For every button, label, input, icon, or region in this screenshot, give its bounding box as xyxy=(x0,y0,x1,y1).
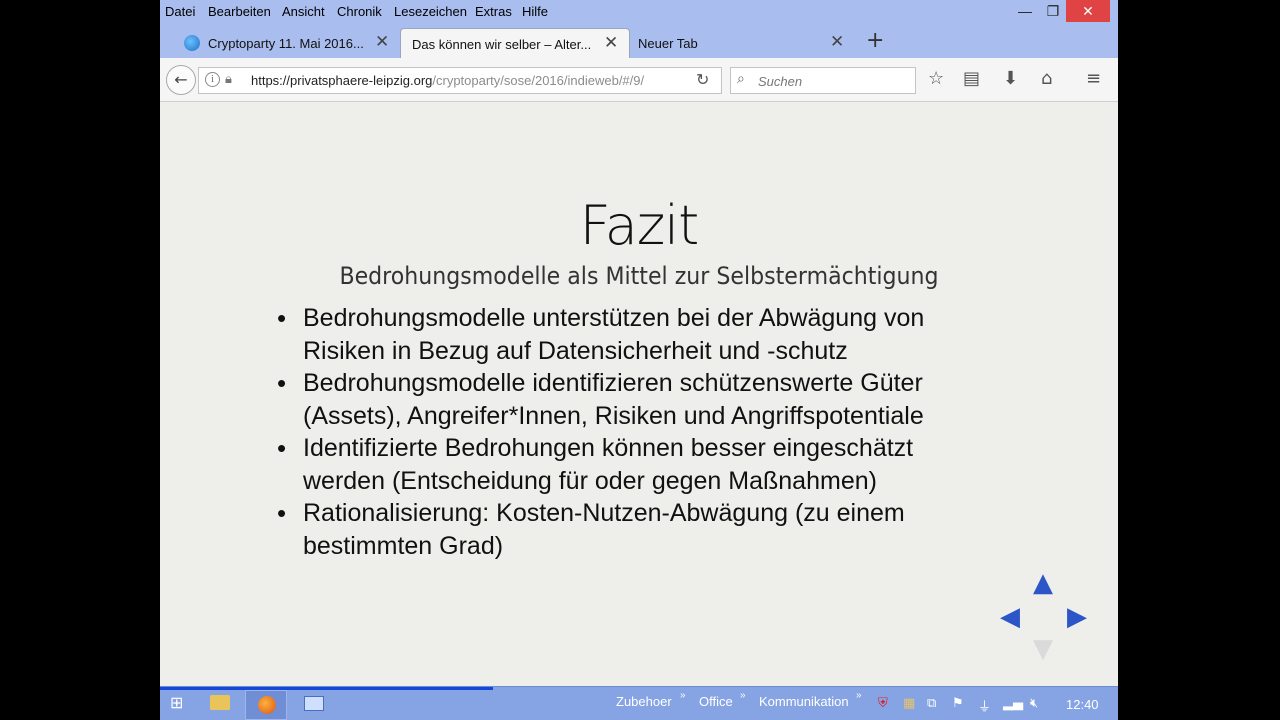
group-chevron-icon: » xyxy=(856,690,862,701)
bullet-item: Bedrohungsmodelle identifizieren schütze… xyxy=(277,367,990,432)
menu-chronik[interactable]: Chronik xyxy=(337,4,382,19)
info-icon[interactable]: i xyxy=(205,72,220,87)
firefox-taskbar-icon[interactable] xyxy=(245,690,287,720)
volume-muted-icon[interactable]: 🔇︎ xyxy=(1030,696,1038,711)
back-arrow-icon: ← xyxy=(174,70,188,89)
network-share-icon[interactable]: ⧉ xyxy=(927,696,936,711)
search-icon: ⌕ xyxy=(737,71,745,87)
slide-right-arrow-icon[interactable]: ▶ xyxy=(1067,602,1087,632)
taskbar-clock[interactable]: 12:40 xyxy=(1066,697,1099,712)
bullet-list: Bedrohungsmodelle unterstützen bei der A… xyxy=(277,302,990,562)
group-chevron-icon: » xyxy=(680,690,686,701)
screen: Datei Bearbeiten Ansicht Chronik Lesezei… xyxy=(160,0,1118,720)
tab-cryptoparty[interactable]: Cryptoparty 11. Mai 2016... ✕ xyxy=(178,28,396,58)
bullet-item: Bedrohungsmodelle unterstützen bei der A… xyxy=(277,302,990,367)
menu-hilfe[interactable]: Hilfe xyxy=(522,4,548,19)
slide-down-arrow-icon[interactable]: ▼ xyxy=(1033,634,1053,664)
tab-neuer-tab[interactable]: Neuer Tab ✕ xyxy=(630,28,850,58)
download-icon[interactable]: ⬇ xyxy=(1003,68,1018,89)
menu-ansicht[interactable]: Ansicht xyxy=(282,4,325,19)
url-path: /cryptoparty/sose/2016/indieweb/#/9/ xyxy=(432,73,645,88)
remote-desktop-icon[interactable] xyxy=(292,690,332,718)
slide-title: Fazit xyxy=(579,194,700,257)
navigation-bar: ← i 🔒︎ https://privatsphaere-leipzig.org… xyxy=(160,58,1118,102)
taskbar-group-office[interactable]: Office xyxy=(699,694,733,709)
url-text: https://privatsphaere-leipzig.org/crypto… xyxy=(251,73,644,88)
slide-content: Fazit Bedrohungsmodelle als Mittel zur S… xyxy=(160,102,1118,686)
archive-icon[interactable]: ▦ xyxy=(903,696,915,711)
menu-extras[interactable]: Extras xyxy=(475,4,512,19)
restore-button[interactable]: ❐ xyxy=(1040,0,1066,22)
url-host: https://privatsphaere-leipzig.org xyxy=(251,73,433,88)
group-chevron-icon: » xyxy=(740,690,746,701)
tab-bar: Cryptoparty 11. Mai 2016... ✕ Das können… xyxy=(160,24,1118,59)
slide-left-arrow-icon[interactable]: ◀ xyxy=(1000,602,1020,632)
close-tab-icon[interactable]: ✕ xyxy=(604,33,618,53)
start-windows-icon[interactable]: ⊞ xyxy=(170,693,183,713)
slide-up-arrow-icon[interactable]: ▲ xyxy=(1033,568,1053,598)
tab-das-koennen-wir-selber[interactable]: Das können wir selber – Alter... ✕ xyxy=(400,28,630,59)
hamburger-menu-icon[interactable]: ≡ xyxy=(1086,68,1101,89)
menu-lesezeichen[interactable]: Lesezeichen xyxy=(394,4,467,19)
minimize-button[interactable]: — xyxy=(1012,0,1038,22)
tab-title: Das können wir selber – Alter... xyxy=(412,37,592,52)
new-tab-button[interactable]: + xyxy=(866,28,884,53)
menu-bar: Datei Bearbeiten Ansicht Chronik Lesezei… xyxy=(160,0,1118,24)
close-window-button[interactable]: ✕ xyxy=(1066,0,1110,22)
tab-title: Cryptoparty 11. Mai 2016... xyxy=(208,36,364,51)
signal-icon[interactable]: ▂▄ xyxy=(1003,696,1023,711)
close-tab-icon[interactable]: ✕ xyxy=(830,32,844,52)
bullet-item: Identifizierte Bedrohungen können besser… xyxy=(277,432,990,497)
reload-icon[interactable]: ↻ xyxy=(696,70,709,89)
bookmarks-list-icon[interactable]: ▤ xyxy=(963,68,980,89)
url-bar[interactable]: i 🔒︎ https://privatsphaere-leipzig.org/c… xyxy=(198,67,722,94)
insecure-lock-icon[interactable]: 🔒︎ xyxy=(225,72,232,87)
taskbar-group-zubehoer[interactable]: Zubehoer xyxy=(616,694,672,709)
home-icon[interactable]: ⌂ xyxy=(1041,68,1052,89)
search-input[interactable]: ⌕ Suchen xyxy=(730,67,916,94)
slide-subtitle: Bedrohungsmodelle als Mittel zur Selbste… xyxy=(339,262,939,290)
globe-icon xyxy=(184,35,200,51)
back-button[interactable]: ← xyxy=(166,65,196,95)
taskbar: ⊞ Zubehoer » Office » Kommunikation » ⛨ … xyxy=(160,686,1118,720)
menu-bearbeiten[interactable]: Bearbeiten xyxy=(208,4,271,19)
menu-datei[interactable]: Datei xyxy=(165,4,195,19)
close-tab-icon[interactable]: ✕ xyxy=(375,32,389,52)
shield-icon[interactable]: ⛨ xyxy=(878,696,888,711)
explorer-folder-icon[interactable] xyxy=(200,690,240,718)
search-placeholder: Suchen xyxy=(758,74,803,89)
flag-icon[interactable]: ⚑ xyxy=(952,696,964,711)
bullet-item: Rationalisierung: Kosten-Nutzen-Abwägung… xyxy=(277,497,990,562)
tab-title: Neuer Tab xyxy=(638,36,698,51)
taskbar-group-kommunikation[interactable]: Kommunikation xyxy=(759,694,849,709)
bookmark-star-icon[interactable]: ☆ xyxy=(928,68,944,89)
usb-device-icon[interactable]: ⏚ xyxy=(978,696,991,715)
